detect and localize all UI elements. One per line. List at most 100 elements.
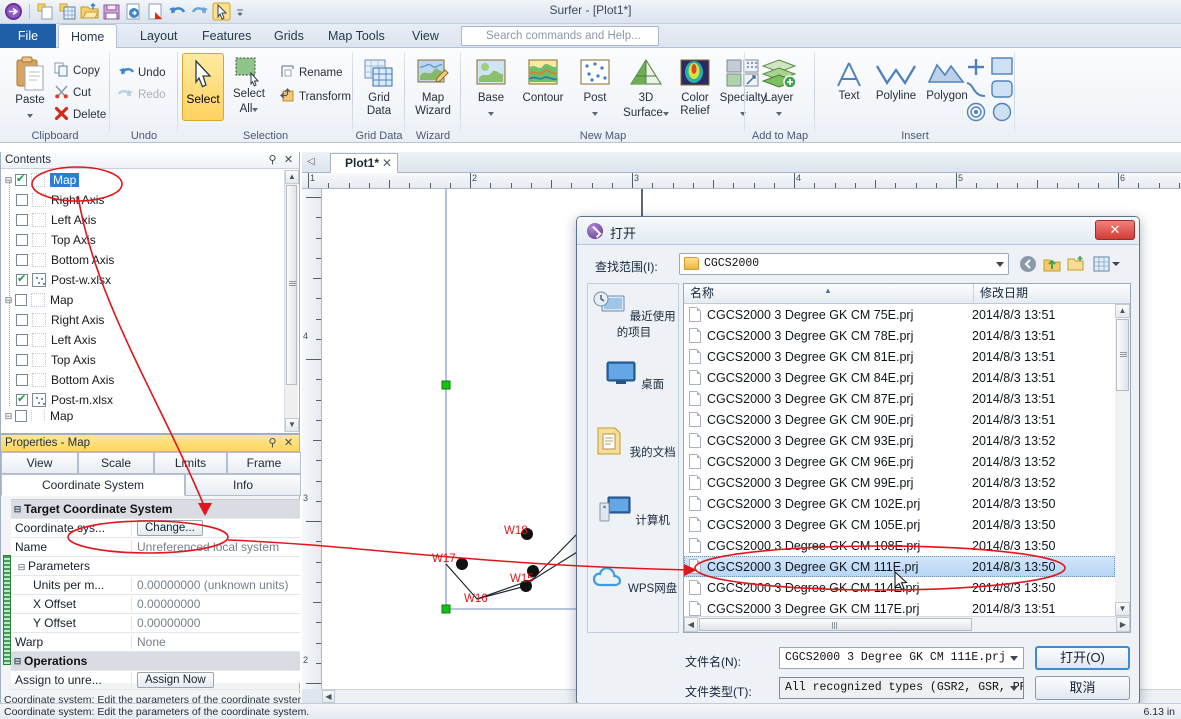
tree-item-top-axis-2[interactable]: Top Axis: [2, 350, 284, 370]
tab-scroll-left-icon[interactable]: ◁: [307, 156, 315, 167]
visibility-checkbox[interactable]: [15, 410, 27, 422]
close-tab-icon[interactable]: ✕: [382, 154, 392, 173]
post-map-button[interactable]: Post: [569, 58, 621, 119]
post-chevron-down-icon[interactable]: [592, 111, 598, 116]
search-commands-input[interactable]: Search commands and Help...: [461, 26, 659, 46]
insert-rectangle-icon[interactable]: [991, 57, 1013, 78]
hscroll-right-button[interactable]: ▶: [1116, 617, 1130, 632]
surface-3d-button[interactable]: 3D Surface: [619, 58, 673, 119]
tab-file[interactable]: File: [0, 24, 56, 48]
visibility-checkbox[interactable]: [16, 272, 28, 286]
visibility-checkbox[interactable]: [16, 334, 28, 346]
scroll-up-button[interactable]: ▲: [1115, 304, 1130, 318]
visibility-checkbox[interactable]: [15, 294, 27, 306]
place-recent-items[interactable]: 最近使用的项目: [588, 290, 680, 340]
dialog-close-button[interactable]: ✕: [1095, 220, 1135, 240]
visibility-checkbox[interactable]: [16, 234, 28, 246]
new-folder-icon[interactable]: [1067, 255, 1085, 273]
scroll-thumb[interactable]: [286, 185, 297, 385]
contour-map-button[interactable]: Contour: [517, 58, 569, 105]
expander-icon[interactable]: ⊟: [11, 504, 24, 515]
expander-icon[interactable]: ⊟: [2, 411, 15, 422]
tab-coordinate-system[interactable]: Coordinate System: [1, 474, 185, 496]
file-row[interactable]: CGCS2000 3 Degree GK CM 78E.prj 2014/8/3 …: [684, 325, 1115, 346]
file-row[interactable]: CGCS2000 3 Degree GK CM 87E.prj 2014/8/3 …: [684, 388, 1115, 409]
tree-item-post-w[interactable]: Post-w.xlsx: [2, 270, 284, 290]
visibility-checkbox[interactable]: [16, 392, 28, 406]
file-row[interactable]: CGCS2000 3 Degree GK CM 90E.prj 2014/8/3 …: [684, 409, 1115, 430]
file-list[interactable]: 名称 修改日期 ▲ CGCS2000 3 Degree GK CM 75E.pr…: [683, 283, 1131, 633]
select-all-chevron-down-icon[interactable]: [252, 107, 259, 112]
layer-chevron-down-icon[interactable]: [776, 111, 782, 116]
property-row-parameters[interactable]: ⊟ Parameters: [11, 557, 300, 576]
visibility-checkbox[interactable]: [16, 214, 28, 226]
paste-button[interactable]: Paste: [4, 56, 56, 121]
tab-grids[interactable]: Grids: [262, 24, 316, 48]
visibility-checkbox[interactable]: [16, 314, 28, 326]
property-group-target-coordinate-system[interactable]: ⊟ Target Coordinate System: [11, 500, 300, 519]
file-row[interactable]: CGCS2000 3 Degree GK CM 93E.prj 2014/8/3 …: [684, 430, 1115, 451]
tree-item-bottom-axis-2[interactable]: Bottom Axis: [2, 370, 284, 390]
insert-plus-icon[interactable]: [965, 56, 987, 81]
look-in-combobox[interactable]: CGCS2000: [679, 253, 1009, 275]
rename-button[interactable]: Rename: [278, 62, 344, 83]
color-relief-button[interactable]: Color Relief: [673, 58, 717, 117]
contents-tree[interactable]: ⊟ Map Right Axis Left Axis Top Axis: [2, 170, 284, 432]
visibility-checkbox[interactable]: [16, 354, 28, 366]
scroll-down-button[interactable]: ▼: [1115, 602, 1130, 616]
file-list-vertical-scrollbar[interactable]: ▲ ▼: [1115, 304, 1130, 616]
property-row-units-per-meter[interactable]: Units per m... 0.00000000 (unknown units…: [11, 576, 300, 595]
file-row[interactable]: CGCS2000 3 Degree GK CM 84E.prj 2014/8/3 …: [684, 367, 1115, 388]
tree-item-map-2[interactable]: ⊟ Map: [2, 290, 284, 310]
property-row-x-offset[interactable]: X Offset 0.00000000: [11, 595, 300, 614]
back-icon[interactable]: [1019, 255, 1037, 273]
visibility-checkbox[interactable]: [16, 254, 28, 266]
file-row[interactable]: CGCS2000 3 Degree GK CM 81E.prj 2014/8/3 …: [684, 346, 1115, 367]
insert-rounded-rect-icon[interactable]: [991, 80, 1013, 101]
file-row[interactable]: CGCS2000 3 Degree GK CM 105E.prj 2014/8/3…: [684, 514, 1115, 535]
select-button[interactable]: Select: [182, 53, 224, 121]
places-bar[interactable]: 最近使用的项目 桌面 我的文档 计算机 WPS网盘: [587, 283, 679, 633]
tree-item-left-axis-2[interactable]: Left Axis: [2, 330, 284, 350]
hscroll-left-button[interactable]: ◀: [322, 690, 335, 703]
cancel-button[interactable]: 取消: [1035, 676, 1130, 700]
file-row[interactable]: CGCS2000 3 Degree GK CM 96E.prj 2014/8/3 …: [684, 451, 1115, 472]
file-list-body[interactable]: CGCS2000 3 Degree GK CM 75E.prj 2014/8/3 …: [684, 304, 1115, 616]
polyline-button[interactable]: Polyline: [869, 60, 923, 103]
scroll-thumb[interactable]: [1116, 319, 1129, 391]
tab-map-tools[interactable]: Map Tools: [316, 24, 397, 48]
hscroll-left-button[interactable]: ◀: [684, 617, 698, 632]
expander-icon[interactable]: ⊟: [11, 656, 24, 667]
chevron-down-icon[interactable]: [1010, 686, 1018, 691]
tree-item-post-m[interactable]: Post-m.xlsx: [2, 390, 284, 410]
file-row[interactable]: CGCS2000 3 Degree GK CM 102E.prj 2014/8/3…: [684, 493, 1115, 514]
contents-scrollbar[interactable]: ▲ ▼: [284, 170, 299, 432]
text-button[interactable]: Text: [823, 60, 875, 103]
property-row-assign-to-unreferenced[interactable]: Assign to unre... Assign Now: [11, 671, 300, 690]
up-folder-icon[interactable]: [1043, 255, 1061, 273]
close-icon[interactable]: ✕: [282, 154, 295, 167]
place-my-documents[interactable]: 我的文档: [588, 426, 680, 460]
tab-home[interactable]: Home: [58, 24, 118, 49]
visibility-checkbox[interactable]: [15, 172, 27, 186]
tab-frame[interactable]: Frame: [227, 452, 301, 474]
property-row-name[interactable]: Name Unreferenced local system: [11, 538, 300, 557]
delete-button[interactable]: Delete: [52, 104, 108, 125]
property-row-coordinate-system[interactable]: Coordinate sys... Change...: [11, 519, 300, 538]
property-group-operations[interactable]: ⊟ Operations: [11, 652, 300, 671]
tree-item-right-axis-1[interactable]: Right Axis: [2, 190, 284, 210]
close-icon[interactable]: ✕: [282, 437, 295, 450]
tree-item-map-3[interactable]: ⊟ Map: [2, 410, 284, 422]
paste-chevron-down-icon[interactable]: [27, 113, 33, 118]
tab-info[interactable]: Info: [185, 474, 301, 496]
file-row[interactable]: CGCS2000 3 Degree GK CM 108E.prj 2014/8/3…: [684, 535, 1115, 556]
file-row-selected[interactable]: CGCS2000 3 Degree GK CM 111E.prj 2014/8/3…: [684, 556, 1115, 577]
tab-features[interactable]: Features: [190, 24, 263, 48]
tab-layout[interactable]: Layout: [128, 24, 190, 48]
file-row[interactable]: CGCS2000 3 Degree GK CM 99E.prj 2014/8/3 …: [684, 472, 1115, 493]
properties-grid[interactable]: ⊟ Target Coordinate System Coordinate sy…: [11, 499, 300, 690]
insert-spline-icon[interactable]: [965, 80, 987, 103]
transform-button[interactable]: Transform: [278, 86, 353, 107]
chevron-down-icon[interactable]: [996, 262, 1004, 267]
pin-icon[interactable]: ⚲: [266, 437, 279, 450]
